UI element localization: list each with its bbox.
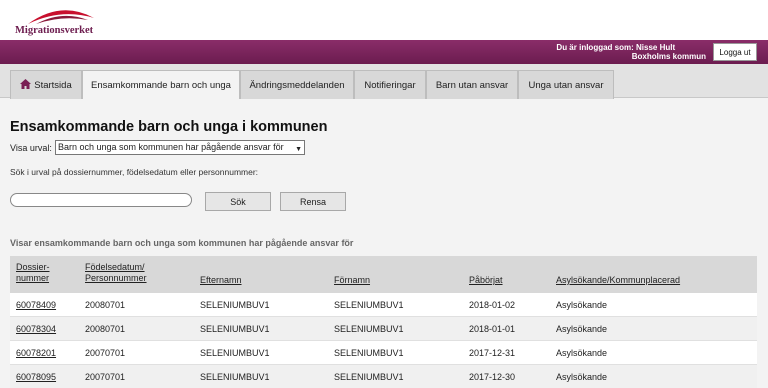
search-input[interactable] <box>10 193 192 207</box>
login-info: Du är inloggad som: Nisse Hult Boxholms … <box>556 43 706 61</box>
page-title: Ensamkommande barn och unga i kommunen <box>10 119 328 135</box>
dossier-link[interactable]: 60078304 <box>16 324 56 334</box>
surname-cell: SELENIUMBUV1 <box>200 324 270 334</box>
search-label: Sök i urval på dossiernummer, födelsedat… <box>10 167 259 177</box>
surname-cell: SELENIUMBUV1 <box>200 348 270 358</box>
table-header: Dossier-nummer Födelsedatum/Personnummer… <box>10 256 757 293</box>
column-header-firstname[interactable]: Förnamn <box>334 275 370 286</box>
firstname-cell: SELENIUMBUV1 <box>334 372 404 382</box>
dossier-link[interactable]: 60078095 <box>16 372 56 382</box>
results-table: Dossier-nummer Födelsedatum/Personnummer… <box>10 256 757 388</box>
tab-andringsmeddelanden[interactable]: Ändringsmeddelanden <box>240 70 354 99</box>
chevron-down-icon: ▼ <box>295 146 302 153</box>
started-cell: 2017-12-30 <box>469 372 516 382</box>
birthdate-cell: 20080701 <box>85 324 126 334</box>
table-row: 60078095 20070701 SELENIUMBUV1 SELENIUMB… <box>10 365 757 388</box>
tab-label: Ensamkommande barn och unga <box>91 80 231 91</box>
surname-cell: SELENIUMBUV1 <box>200 372 270 382</box>
tab-label: Startsida <box>34 80 72 91</box>
tab-label: Unga utan ansvar <box>528 80 604 91</box>
filter-select[interactable]: Barn och unga som kommunen har pågående … <box>55 140 305 155</box>
firstname-cell: SELENIUMBUV1 <box>334 348 404 358</box>
table-row: 60078304 20080701 SELENIUMBUV1 SELENIUMB… <box>10 317 757 341</box>
logged-in-label: Du är inloggad som: <box>556 43 634 52</box>
status-cell: Asylsökande <box>556 372 608 382</box>
migrationsverket-logo[interactable]: Migrationsverket <box>12 4 112 36</box>
top-bar: Migrationsverket <box>0 0 768 40</box>
started-cell: 2018-01-01 <box>469 324 516 334</box>
column-header-status[interactable]: Asylsökande/Kommunplacerad <box>556 275 680 286</box>
logout-button[interactable]: Logga ut <box>713 43 757 61</box>
column-header-started[interactable]: Påbörjat <box>469 275 503 286</box>
status-cell: Asylsökande <box>556 300 608 310</box>
tab-notifieringar[interactable]: Notifieringar <box>354 70 426 99</box>
tab-bar: Startsida Ensamkommande barn och unga Än… <box>0 64 768 100</box>
tab-label: Barn utan ansvar <box>435 80 509 91</box>
status-cell: Asylsökande <box>556 324 608 334</box>
logo-arc-icon <box>28 10 94 24</box>
filter-label: Visa urval: <box>10 143 52 153</box>
birthdate-cell: 20070701 <box>85 372 126 382</box>
search-button[interactable]: Sök <box>205 192 271 211</box>
list-heading: Visar ensamkommande barn och unga som ko… <box>10 238 354 248</box>
status-cell: Asylsökande <box>556 348 608 358</box>
clear-button[interactable]: Rensa <box>280 192 346 211</box>
table-row: 60078201 20070701 SELENIUMBUV1 SELENIUMB… <box>10 341 757 365</box>
tab-ensamkommande[interactable]: Ensamkommande barn och unga <box>82 70 240 100</box>
column-header-dossier[interactable]: Dossier-nummer <box>16 262 50 284</box>
table-row: 60078409 20080701 SELENIUMBUV1 SELENIUMB… <box>10 293 757 317</box>
surname-cell: SELENIUMBUV1 <box>200 300 270 310</box>
dossier-link[interactable]: 60078201 <box>16 348 56 358</box>
user-municipality: Boxholms kommun <box>631 52 706 61</box>
main-content: Ensamkommande barn och unga i kommunen V… <box>0 99 768 388</box>
tab-label: Notifieringar <box>364 80 416 91</box>
user-name: Nisse Hult <box>636 43 676 52</box>
logo-text: Migrationsverket <box>15 25 94 36</box>
birthdate-cell: 20070701 <box>85 348 126 358</box>
firstname-cell: SELENIUMBUV1 <box>334 324 404 334</box>
home-icon <box>20 79 32 89</box>
dossier-link[interactable]: 60078409 <box>16 300 56 310</box>
user-bar: Du är inloggad som: Nisse Hult Boxholms … <box>0 40 768 64</box>
column-header-birthdate[interactable]: Födelsedatum/Personnummer <box>85 262 147 284</box>
birthdate-cell: 20080701 <box>85 300 126 310</box>
firstname-cell: SELENIUMBUV1 <box>334 300 404 310</box>
started-cell: 2018-01-02 <box>469 300 516 310</box>
column-header-surname[interactable]: Efternamn <box>200 275 242 286</box>
started-cell: 2017-12-31 <box>469 348 516 358</box>
tab-barn-utan-ansvar[interactable]: Barn utan ansvar <box>426 70 518 99</box>
tab-startsida[interactable]: Startsida <box>10 70 82 99</box>
filter-selected-value: Barn och unga som kommunen har pågående … <box>58 142 284 152</box>
tab-unga-utan-ansvar[interactable]: Unga utan ansvar <box>518 70 614 99</box>
tab-label: Ändringsmeddelanden <box>249 80 345 91</box>
